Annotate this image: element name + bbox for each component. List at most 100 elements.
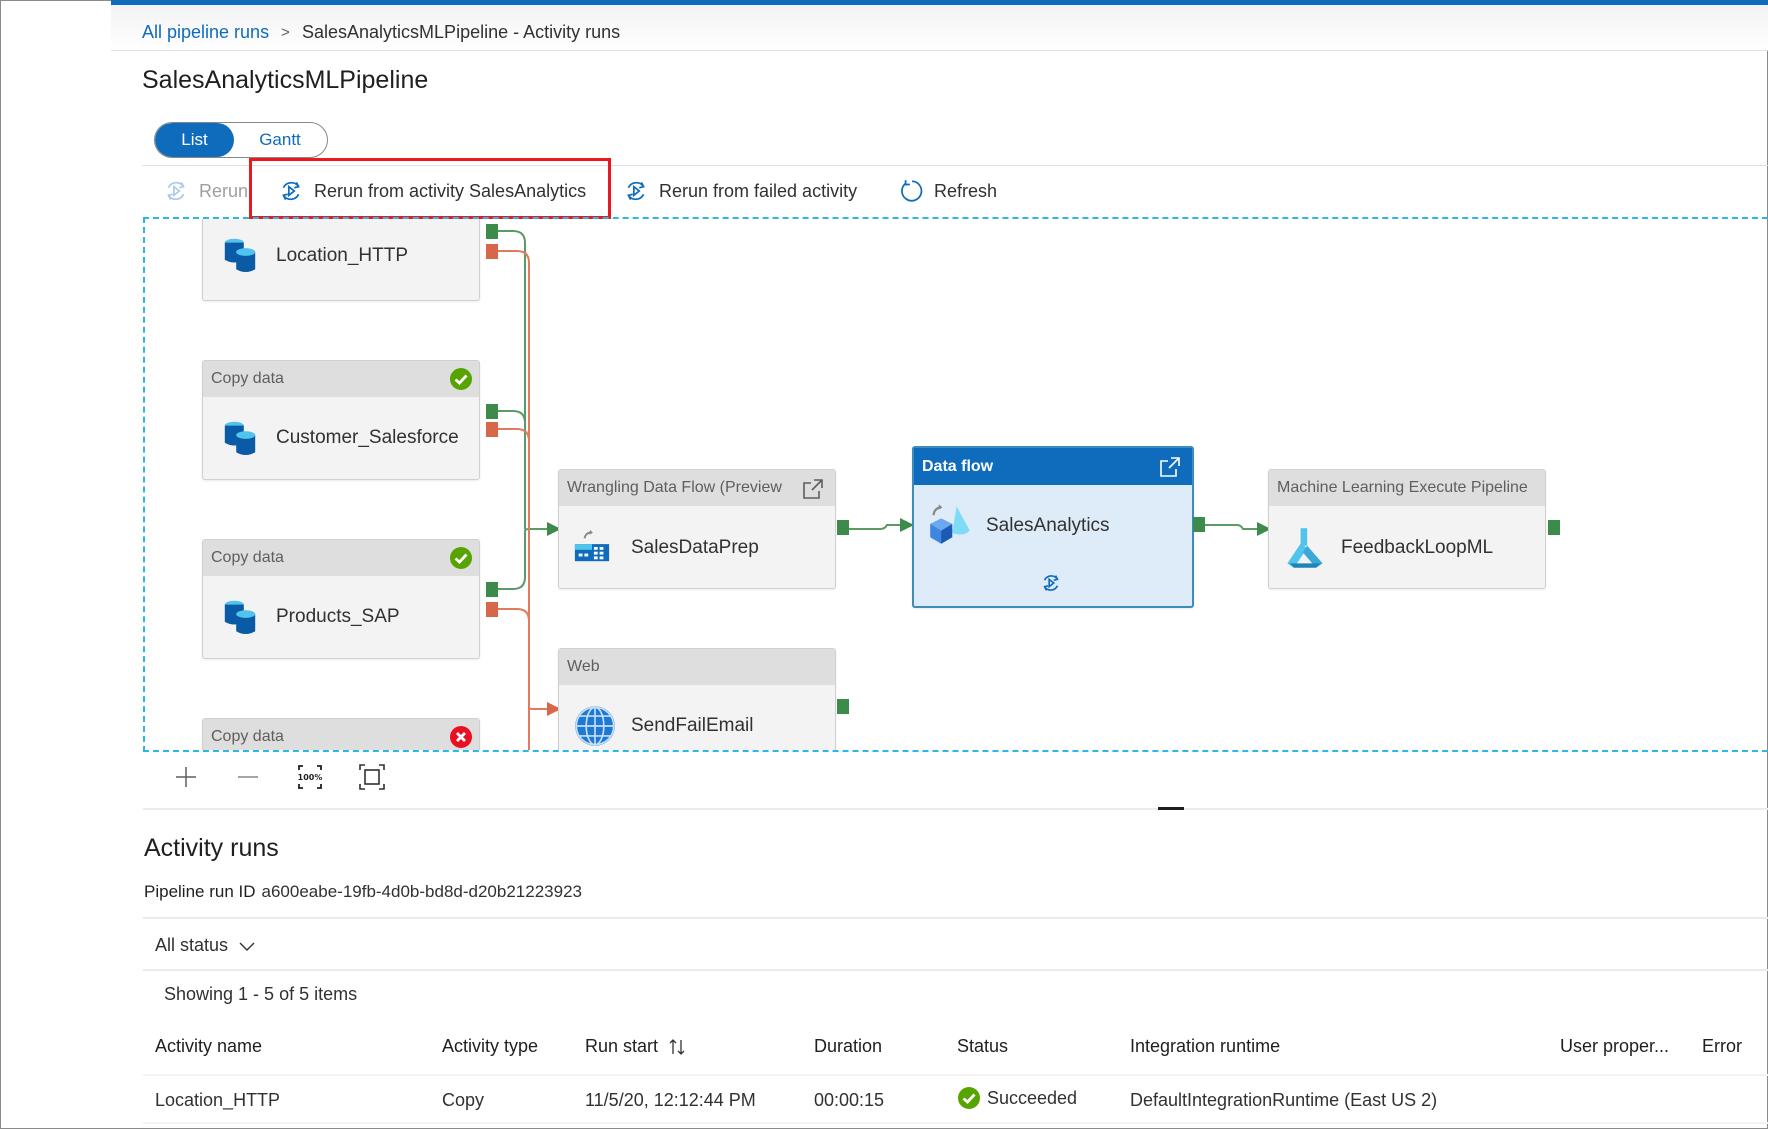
activity-node-copy-failed[interactable]: Copy data <box>202 718 480 750</box>
activity-node-feedbackloopml[interactable]: Machine Learning Execute Pipeline Feedba… <box>1268 469 1546 589</box>
success-connector <box>497 230 526 529</box>
refresh-icon <box>901 180 923 202</box>
failure-connector <box>528 706 547 710</box>
activity-node-salesdataprep[interactable]: Wrangling Data Flow (Preview SalesDataPr… <box>558 469 836 589</box>
divider <box>143 969 1768 971</box>
highlight-box <box>249 158 611 219</box>
node-name: Products_SAP <box>276 606 400 627</box>
success-icon <box>450 368 472 390</box>
refresh-label: Refresh <box>934 180 998 201</box>
activity-node-salesanalytics[interactable]: Data flow SalesAnalytics <box>912 446 1194 608</box>
zoom-out-icon[interactable] <box>232 761 264 793</box>
globe-icon <box>575 706 615 746</box>
open-external-icon[interactable] <box>1158 455 1182 479</box>
success-connector <box>849 524 900 530</box>
cell-integration-runtime: DefaultIntegrationRuntime (East US 2) <box>1130 1090 1438 1110</box>
breadcrumb-all-pipeline-runs[interactable]: All pipeline runs <box>142 22 269 43</box>
success-icon <box>958 1087 980 1109</box>
column-header-duration[interactable]: Duration <box>814 1036 882 1057</box>
success-port[interactable] <box>486 404 498 419</box>
failed-icon <box>450 726 472 748</box>
divider <box>143 917 1768 919</box>
node-type: Copy data <box>211 370 284 387</box>
zoom-in-icon[interactable] <box>170 761 202 793</box>
column-header-activity-name[interactable]: Activity name <box>155 1036 262 1057</box>
node-type: Wrangling Data Flow (Preview <box>567 479 782 496</box>
pipeline-run-id: Pipeline run ID a600eabe-19fb-4d0b-bd8d-d… <box>144 882 582 902</box>
activity-runs-title: Activity runs <box>144 834 279 862</box>
row-divider <box>143 1074 1768 1076</box>
node-name: SalesDataPrep <box>631 537 759 558</box>
pane-divider <box>143 808 1768 810</box>
node-name: FeedbackLoopML <box>1341 537 1494 558</box>
failure-port[interactable] <box>486 422 498 437</box>
fit-to-screen-icon[interactable] <box>356 761 388 793</box>
node-name: Location_HTTP <box>276 245 409 266</box>
cell-status: Succeeded <box>957 1086 1077 1110</box>
column-header-activity-type[interactable]: Activity type <box>442 1036 538 1057</box>
run-id-value: a600eabe-19fb-4d0b-bd8d-d20b21223923 <box>261 882 582 901</box>
breadcrumb: All pipeline runs > SalesAnalyticsMLPipe… <box>111 5 1768 51</box>
ml-flask-icon <box>1287 528 1323 568</box>
cell-activity-name[interactable]: Location_HTTP <box>155 1090 280 1111</box>
toggle-gantt[interactable]: Gantt <box>240 123 320 157</box>
status-filter-label: All status <box>155 935 229 955</box>
wrangling-dataflow-icon <box>574 529 610 562</box>
cell-activity-type: Copy <box>442 1090 485 1110</box>
database-icon <box>224 238 256 273</box>
node-type: Machine Learning Execute Pipeline <box>1277 479 1528 496</box>
rerun-icon <box>167 181 185 201</box>
success-port[interactable] <box>1548 520 1560 535</box>
run-start-label: Run start <box>585 1036 659 1056</box>
database-icon <box>224 421 256 456</box>
node-type: Web <box>567 658 600 675</box>
view-toggle: List Gantt <box>154 122 328 158</box>
success-connector <box>497 528 547 590</box>
column-header-run-start[interactable]: Run start <box>585 1036 688 1057</box>
toggle-list[interactable]: List <box>155 123 234 157</box>
breadcrumb-current: SalesAnalyticsMLPipeline - Activity runs <box>302 22 621 42</box>
svg-text:100%: 100% <box>298 773 323 782</box>
node-type: Copy data <box>211 549 284 566</box>
rerun-label: Rerun <box>199 180 249 201</box>
sort-icon[interactable] <box>668 1038 688 1056</box>
success-connector <box>1205 524 1257 530</box>
database-icon <box>224 600 256 635</box>
chevron-down-icon <box>239 942 255 951</box>
status-filter-dropdown[interactable]: All status <box>155 935 256 956</box>
column-header-integration-runtime[interactable]: Integration runtime <box>1130 1036 1280 1057</box>
column-header-user-properties[interactable]: User proper... <box>1560 1036 1669 1057</box>
pipeline-canvas[interactable]: Location_HTTP Copy data Customer_Salesfo… <box>143 217 1768 752</box>
success-port[interactable] <box>1193 517 1205 532</box>
node-name: Customer_Salesforce <box>276 427 459 448</box>
success-port[interactable] <box>486 224 498 239</box>
success-port[interactable] <box>837 699 849 714</box>
rerun-icon <box>1043 575 1059 591</box>
failure-port[interactable] <box>486 602 498 617</box>
success-icon <box>450 547 472 569</box>
column-header-status[interactable]: Status <box>957 1036 1008 1057</box>
node-name: SendFailEmail <box>631 715 754 736</box>
page-title: SalesAnalyticsMLPipeline <box>142 66 429 94</box>
success-port[interactable] <box>837 520 849 535</box>
node-type: Copy data <box>211 728 284 745</box>
items-count: Showing 1 - 5 of 5 items <box>164 984 358 1004</box>
activity-node-products-sap[interactable]: Copy data Products_SAP <box>202 539 480 659</box>
column-header-error[interactable]: Error <box>1702 1036 1742 1057</box>
node-type: Data flow <box>922 458 994 475</box>
open-external-icon[interactable] <box>801 477 825 501</box>
refresh-button[interactable]: Refresh <box>898 176 997 206</box>
status-text: Succeeded <box>987 1087 1078 1108</box>
zoom-100-icon[interactable]: 100% <box>294 761 326 793</box>
rerun-from-failed-button[interactable]: Rerun from failed activity <box>623 176 857 206</box>
activity-node-customer-salesforce[interactable]: Copy data Customer_Salesforce <box>202 360 480 480</box>
success-port[interactable] <box>486 582 498 597</box>
activity-node-sendfailemail[interactable]: Web SendFailEmail <box>558 648 836 750</box>
failure-port[interactable] <box>486 244 498 259</box>
activity-node-location-http[interactable]: Location_HTTP <box>202 219 480 301</box>
rerun-button[interactable]: Rerun <box>163 176 248 206</box>
pane-resize-handle[interactable] <box>1158 807 1184 810</box>
node-name: SalesAnalytics <box>986 515 1110 536</box>
failure-connector <box>497 608 530 750</box>
canvas-zoom-controls: 100% <box>170 760 388 794</box>
